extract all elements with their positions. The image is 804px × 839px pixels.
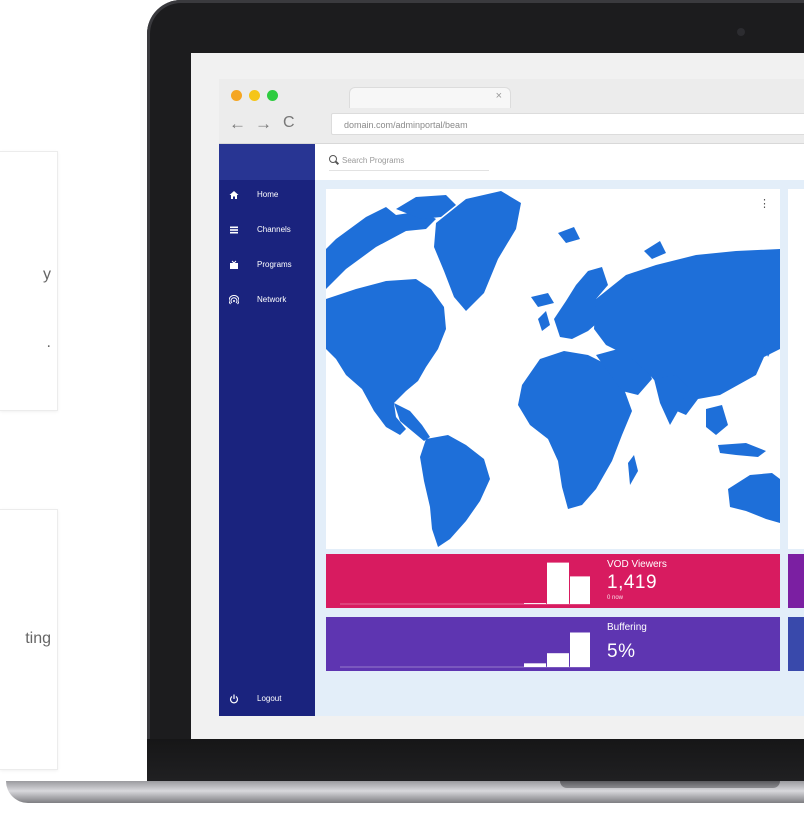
sparkbar: [570, 632, 590, 667]
sidebar-item-label: Home: [257, 190, 279, 199]
map-region-north-america: [326, 207, 436, 289]
logout-button[interactable]: Logout: [219, 689, 315, 709]
map-land: [326, 191, 780, 547]
map-region-iceland: [531, 293, 554, 307]
map-region-novaya-zemlya: [644, 241, 666, 259]
sparkbar: [570, 576, 590, 604]
sidebar-item-home[interactable]: Home: [219, 185, 315, 205]
sidebar-item-label: Channels: [257, 225, 291, 234]
card-text-fragment: .: [46, 334, 51, 351]
feature-card: y .: [0, 151, 58, 411]
stat-card-vod-viewers[interactable]: VOD Viewers 1,419 0 now: [326, 554, 780, 608]
sparkbar: [524, 603, 546, 604]
sidebar-item-label: Network: [257, 295, 287, 304]
stat-label: VOD Viewers: [607, 559, 667, 570]
laptop-notch: [560, 781, 780, 788]
vod-viewers-sparkbars: [340, 562, 590, 605]
feature-card: ting: [0, 509, 58, 770]
broadcast-icon: [229, 295, 239, 305]
close-window-icon[interactable]: [231, 90, 242, 101]
back-icon[interactable]: ←: [229, 114, 246, 134]
map-region-south-america: [420, 435, 490, 547]
secondary-card: [788, 189, 804, 549]
forward-icon[interactable]: →: [255, 114, 272, 134]
tab-close-icon[interactable]: ×: [496, 90, 502, 102]
map-region-madagascar: [628, 455, 638, 485]
stat-subtext: 0 now: [607, 595, 624, 601]
stat-label: Buffering: [607, 622, 647, 633]
home-icon: [229, 191, 239, 199]
world-map-card: ⋮: [326, 189, 780, 549]
laptop-screen: × ← → C domain.com/adminportal/beam Sear…: [191, 53, 804, 739]
address-bar[interactable]: domain.com/adminportal/beam: [331, 113, 804, 135]
card-text-fragment: y: [43, 266, 51, 283]
map-region-indonesia: [718, 443, 766, 457]
browser-tab[interactable]: ×: [349, 87, 511, 108]
list-icon: [230, 226, 238, 234]
power-icon: [229, 694, 239, 704]
stat-value: 5%: [607, 641, 636, 662]
dashboard-content: ⋮ VOD Viewers 1,419 0 now Buffering 5%: [315, 180, 804, 716]
tv-icon: [230, 260, 238, 269]
more-options-icon[interactable]: ⋮: [759, 197, 770, 210]
reload-icon[interactable]: C: [283, 114, 295, 132]
stat-card-partial: [788, 617, 804, 671]
sidebar-item-channels[interactable]: Channels: [219, 220, 315, 240]
maximize-window-icon[interactable]: [267, 90, 278, 101]
map-region-uk: [538, 311, 550, 331]
map-region-svalbard: [558, 227, 580, 243]
card-text-fragment: ting: [25, 630, 51, 647]
map-region-north-america: [326, 279, 446, 435]
world-map[interactable]: [326, 189, 780, 549]
search-icon: [329, 155, 337, 163]
search-input[interactable]: Search Programs: [329, 152, 489, 171]
map-region-australia: [728, 473, 780, 523]
stat-card-partial: [788, 554, 804, 608]
sidebar-item-programs[interactable]: Programs: [219, 255, 315, 275]
sparkbar: [547, 653, 569, 667]
map-region-southeast-asia: [706, 405, 728, 435]
search-placeholder: Search Programs: [342, 156, 405, 165]
sidebar-item-network[interactable]: Network: [219, 290, 315, 310]
sidebar: Home Channels Programs Network Logout: [219, 144, 315, 716]
camera-icon: [737, 28, 745, 36]
sparkbar: [547, 562, 569, 604]
stat-card-buffering[interactable]: Buffering 5%: [326, 617, 780, 671]
logout-label: Logout: [257, 694, 282, 703]
sidebar-item-label: Programs: [257, 260, 292, 269]
buffering-sparkbars: [340, 632, 590, 668]
sparkbar: [524, 663, 546, 667]
sidebar-header: [219, 144, 315, 180]
browser-toolbar: × ← → C domain.com/adminportal/beam: [219, 79, 804, 144]
stat-value: 1,419: [607, 572, 658, 593]
minimize-window-icon[interactable]: [249, 90, 260, 101]
